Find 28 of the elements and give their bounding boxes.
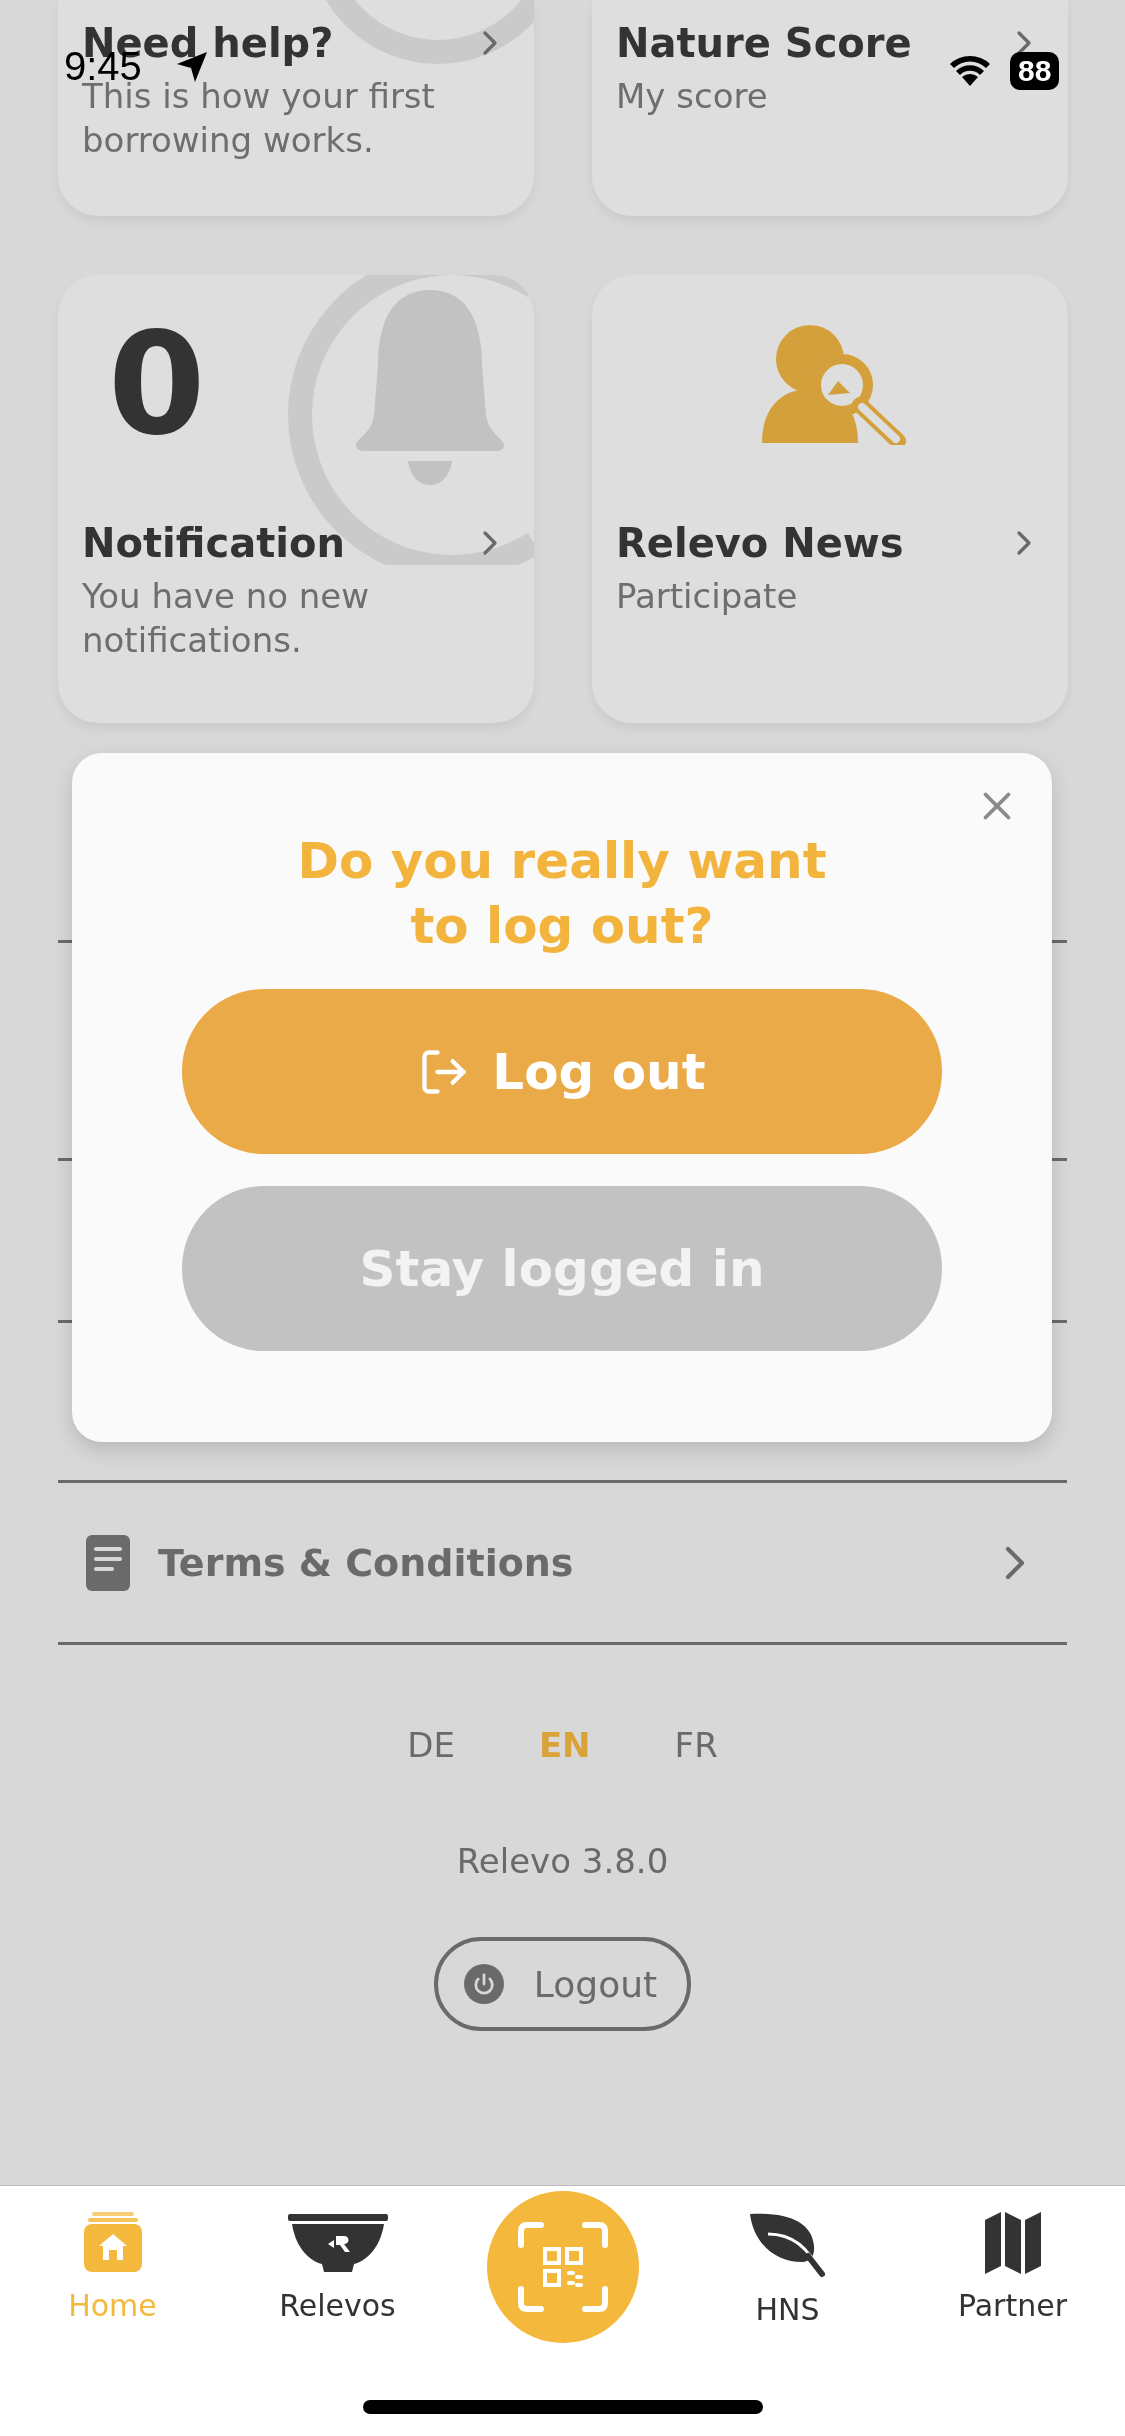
card-title: Relevo News <box>616 520 904 566</box>
tab-label[interactable]: Relevos <box>279 2288 396 2323</box>
dialog-title: Do you really want to log out? <box>297 831 827 957</box>
map-icon <box>984 2212 1041 2274</box>
card[interactable]: 0 Notification You have no new notifications. <box>58 275 534 723</box>
person-search-icon <box>762 325 907 445</box>
notification-count: 0 <box>108 315 206 455</box>
logout-button[interactable]: Logout <box>433 1937 692 2031</box>
leaf-icon <box>747 2212 828 2278</box>
bowl-icon <box>287 2212 388 2274</box>
version-label: Relevo 3.8.0 <box>456 1841 669 1881</box>
language-option[interactable]: DE <box>407 1725 455 1765</box>
document-icon <box>86 1534 130 1591</box>
card-title: Notification <box>82 520 345 566</box>
tab-label[interactable]: HNS <box>755 2292 820 2327</box>
card-subtitle: Participate <box>616 575 799 618</box>
home-icon <box>81 2212 144 2274</box>
battery-level: 88 <box>1010 52 1060 90</box>
card-subtitle: My score <box>616 75 769 118</box>
qr-scan-icon <box>516 2221 609 2313</box>
card[interactable]: Relevo News Participate <box>592 275 1068 723</box>
card-title: Nature Score <box>616 20 912 66</box>
tab-label[interactable]: Partner <box>958 2288 1067 2323</box>
log-out-button[interactable]: Log out <box>182 989 942 1154</box>
language-option[interactable]: FR <box>674 1725 718 1765</box>
card-subtitle: You have no new notifications. <box>82 575 371 663</box>
menu-item[interactable]: Terms & Conditions <box>58 1480 1067 1645</box>
power-icon <box>463 1964 504 2004</box>
